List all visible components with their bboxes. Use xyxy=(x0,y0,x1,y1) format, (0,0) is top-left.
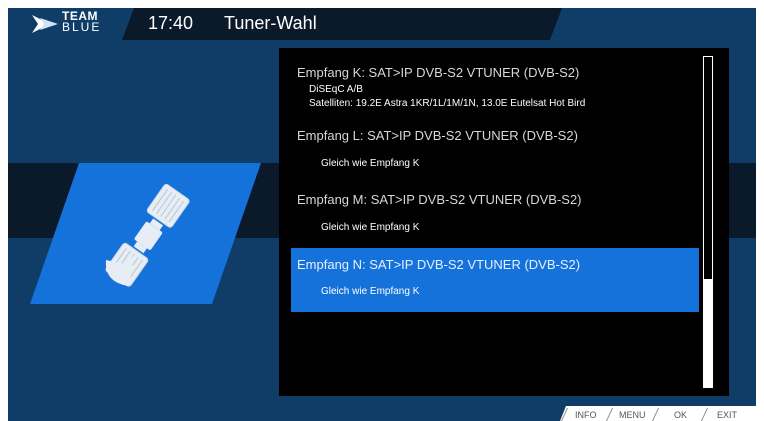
tuner-list: Empfang K: SAT>IP DVB-S2 VTUNER (DVB-S2)… xyxy=(279,48,709,396)
satellite-icon xyxy=(105,183,190,287)
scrollbar-thumb[interactable] xyxy=(704,279,712,387)
ok-button[interactable]: OK xyxy=(674,410,687,420)
tuner-title: Empfang K: SAT>IP DVB-S2 VTUNER (DVB-S2) xyxy=(297,65,580,80)
tuner-item-l[interactable]: Empfang L: SAT>IP DVB-S2 VTUNER (DVB-S2)… xyxy=(291,120,699,180)
screen: TEAM BLUE 17:40 Tuner-Wahl Empfang K: SA… xyxy=(8,8,756,421)
tuner-detail: Satelliten: 19.2E Astra 1KR/1L/1M/1N, 13… xyxy=(309,98,586,109)
exit-button[interactable]: EXIT xyxy=(717,410,737,420)
team-blue-logo-icon xyxy=(32,15,58,33)
tuner-detail: DiSEqC A/B xyxy=(309,84,363,95)
tuner-item-n[interactable]: Empfang N: SAT>IP DVB-S2 VTUNER (DVB-S2)… xyxy=(291,248,699,312)
info-button[interactable]: INFO xyxy=(575,410,597,420)
tuner-item-m[interactable]: Empfang M: SAT>IP DVB-S2 VTUNER (DVB-S2)… xyxy=(291,184,699,244)
clock: 17:40 xyxy=(148,13,194,33)
team-blue-logo: TEAM BLUE xyxy=(8,8,134,40)
logo-line-2: BLUE xyxy=(62,20,102,34)
tuner-detail: Gleich wie Empfang K xyxy=(321,158,420,169)
logo-text: TEAM BLUE xyxy=(62,10,122,34)
menu-button[interactable]: MENU xyxy=(619,410,646,420)
tuner-item-k[interactable]: Empfang K: SAT>IP DVB-S2 VTUNER (DVB-S2)… xyxy=(291,54,699,114)
tuner-detail: Gleich wie Empfang K xyxy=(321,222,420,233)
tuner-detail: Gleich wie Empfang K xyxy=(321,286,420,297)
header-right-block xyxy=(550,8,756,40)
page-title: Tuner-Wahl xyxy=(224,13,317,33)
tuner-title: Empfang N: SAT>IP DVB-S2 VTUNER (DVB-S2) xyxy=(297,257,581,272)
tuner-title: Empfang L: SAT>IP DVB-S2 VTUNER (DVB-S2) xyxy=(297,128,578,143)
tuner-list-panel: Empfang K: SAT>IP DVB-S2 VTUNER (DVB-S2)… xyxy=(279,48,729,396)
tuner-title: Empfang M: SAT>IP DVB-S2 VTUNER (DVB-S2) xyxy=(297,192,582,207)
scrollbar[interactable] xyxy=(703,56,713,388)
